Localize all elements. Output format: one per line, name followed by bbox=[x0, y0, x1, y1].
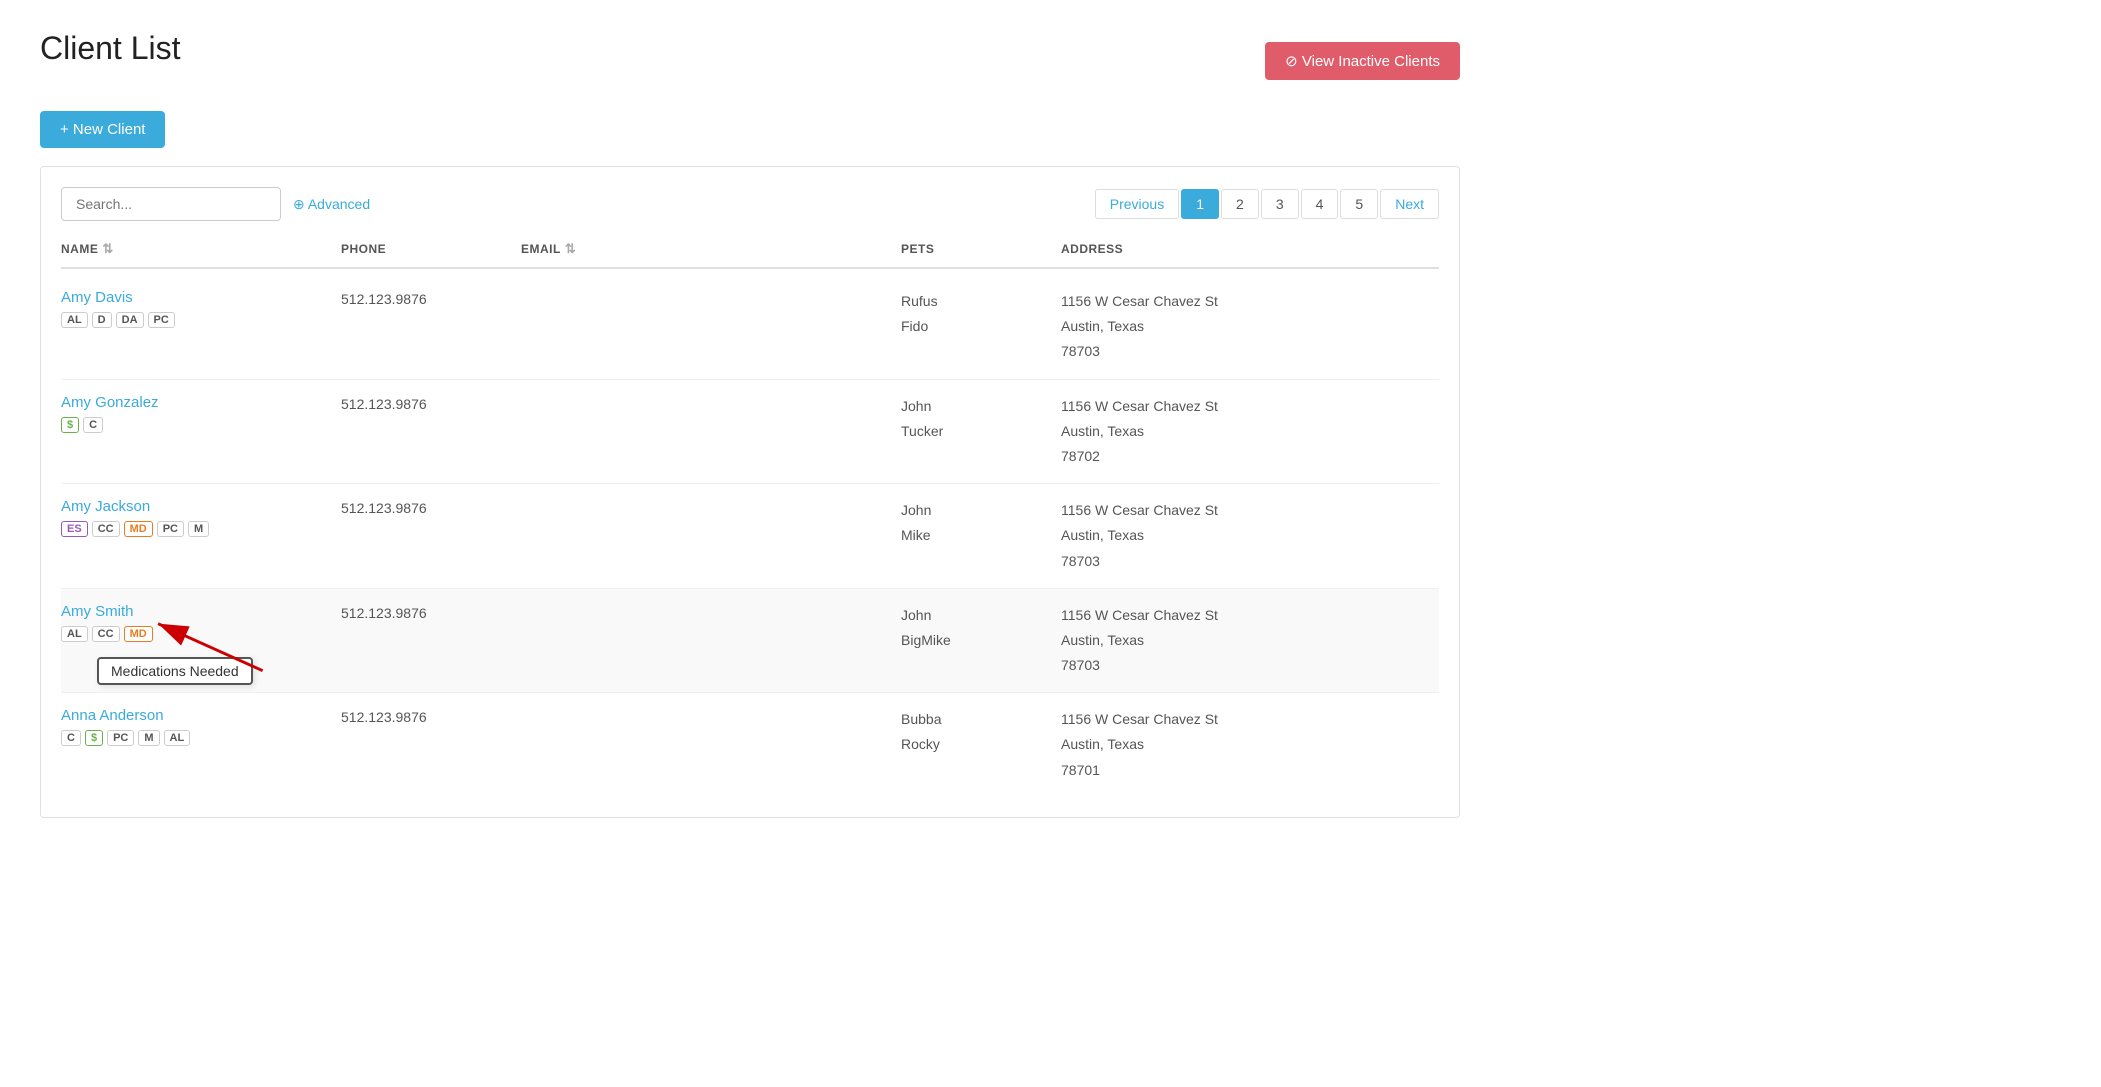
badge-d[interactable]: D bbox=[92, 312, 112, 328]
page-button-2[interactable]: 2 bbox=[1221, 189, 1259, 219]
col-header-phone: PHONE bbox=[341, 241, 521, 257]
table-row: Anna Anderson C$PCM AL 512.123.9876 BubbaRoc… bbox=[61, 693, 1439, 797]
page-button-5[interactable]: 5 bbox=[1340, 189, 1378, 219]
badge-c[interactable]: C bbox=[61, 730, 81, 746]
badge-da[interactable]: DA bbox=[116, 312, 144, 328]
col-header-address: ADDRESS bbox=[1061, 241, 1439, 257]
badge-pc[interactable]: PC bbox=[157, 521, 184, 537]
pets-cell: JohnBigMike bbox=[901, 603, 1061, 653]
advanced-button[interactable]: ⊕ Advanced bbox=[293, 196, 370, 213]
page-button-3[interactable]: 3 bbox=[1261, 189, 1299, 219]
phone-cell: 512.123.9876 bbox=[341, 603, 521, 621]
page-button-1[interactable]: 1 bbox=[1181, 189, 1219, 219]
client-name-link[interactable]: Amy Gonzalez bbox=[61, 394, 341, 411]
name-cell: Amy Jackson ESCCMDPCM bbox=[61, 498, 341, 537]
search-input[interactable] bbox=[61, 187, 281, 221]
name-cell: Amy Gonzalez $C bbox=[61, 394, 341, 433]
pets-cell: JohnMike bbox=[901, 498, 1061, 548]
new-client-button[interactable]: + New Client bbox=[40, 111, 165, 148]
phone-cell: 512.123.9876 bbox=[341, 289, 521, 307]
sort-icon-name[interactable]: ⇅ bbox=[102, 241, 113, 257]
view-inactive-button[interactable]: ⊘ View Inactive Clients bbox=[1265, 42, 1460, 80]
name-cell: Amy Davis ALDDAPC bbox=[61, 289, 341, 328]
address-cell: 1156 W Cesar Chavez StAustin, Texas78703 bbox=[1061, 603, 1439, 679]
top-bar: Client List ⊘ View Inactive Clients bbox=[40, 30, 1460, 91]
table-row: Amy DavisALDDAPC512.123.9876RufusFido115… bbox=[61, 275, 1439, 380]
address-cell: 1156 W Cesar Chavez StAustin, Texas78703 bbox=[1061, 289, 1439, 365]
search-left: ⊕ Advanced bbox=[61, 187, 370, 221]
name-cell: Amy SmithALCCMDMedications Needed bbox=[61, 603, 341, 642]
badge-m[interactable]: M bbox=[138, 730, 159, 746]
badge-cc[interactable]: CC bbox=[92, 626, 120, 642]
client-name-link[interactable]: Amy Smith bbox=[61, 603, 341, 620]
badge-al[interactable]: AL bbox=[61, 626, 88, 642]
next-button[interactable]: Next bbox=[1380, 189, 1439, 219]
pets-cell: RufusFido bbox=[901, 289, 1061, 339]
page-container: Client List ⊘ View Inactive Clients + Ne… bbox=[0, 0, 1500, 848]
badge-c[interactable]: C bbox=[83, 417, 103, 433]
badges-container: $C bbox=[61, 417, 341, 433]
badges-container: ESCCMDPCM bbox=[61, 521, 341, 537]
col-header-email: EMAIL ⇅ bbox=[521, 241, 901, 257]
page-button-4[interactable]: 4 bbox=[1301, 189, 1339, 219]
table-body: Amy DavisALDDAPC512.123.9876RufusFido115… bbox=[61, 275, 1439, 797]
page-title: Client List bbox=[40, 30, 181, 67]
table-row: Amy Smith ALCCMD Medications Needed 512.123… bbox=[61, 589, 1439, 694]
client-name-link[interactable]: Amy Davis bbox=[61, 289, 341, 306]
previous-button[interactable]: Previous bbox=[1095, 189, 1179, 219]
badge-pc[interactable]: PC bbox=[107, 730, 134, 746]
badges-container: C$PCM AL bbox=[61, 730, 341, 746]
badge-al[interactable]: AL bbox=[61, 312, 88, 328]
badge-pc[interactable]: PC bbox=[148, 312, 175, 328]
badges-container: ALCCMD bbox=[61, 626, 341, 642]
pets-cell: BubbaRocky bbox=[901, 707, 1061, 757]
name-cell: Anna Anderson C$PCM AL bbox=[61, 707, 341, 746]
badge-$[interactable]: $ bbox=[85, 730, 103, 746]
badge-al[interactable]: AL bbox=[164, 730, 191, 746]
table-row: Amy Gonzalez$C512.123.9876JohnTucker1156… bbox=[61, 380, 1439, 485]
badge-es[interactable]: ES bbox=[61, 521, 88, 537]
col-header-pets: PETS bbox=[901, 241, 1061, 257]
address-cell: 1156 W Cesar Chavez StAustin, Texas78703 bbox=[1061, 498, 1439, 574]
badge-md[interactable]: MD bbox=[124, 626, 153, 642]
phone-cell: 512.123.9876 bbox=[341, 498, 521, 516]
badge-cc[interactable]: CC bbox=[92, 521, 120, 537]
list-panel: ⊕ Advanced Previous 1 2 3 4 5 Next NAME … bbox=[40, 166, 1460, 818]
col-header-name: NAME ⇅ bbox=[61, 241, 341, 257]
badges-container: ALDDAPC bbox=[61, 312, 341, 328]
client-name-link[interactable]: Anna Anderson bbox=[61, 707, 341, 724]
address-cell: 1156 W Cesar Chavez StAustin, Texas78701 bbox=[1061, 707, 1439, 783]
phone-cell: 512.123.9876 bbox=[341, 394, 521, 412]
pets-cell: JohnTucker bbox=[901, 394, 1061, 444]
table-row: Amy JacksonESCCMDPCM512.123.9876JohnMike… bbox=[61, 484, 1439, 589]
phone-cell: 512.123.9876 bbox=[341, 707, 521, 725]
badge-m[interactable]: M bbox=[188, 521, 209, 537]
pagination: Previous 1 2 3 4 5 Next bbox=[1095, 189, 1439, 219]
badge-md[interactable]: MD bbox=[124, 521, 153, 537]
medications-needed-tooltip: Medications Needed bbox=[97, 657, 253, 685]
client-name-link[interactable]: Amy Jackson bbox=[61, 498, 341, 515]
table-header: NAME ⇅ PHONE EMAIL ⇅ PETS ADDRESS bbox=[61, 241, 1439, 269]
badge-$[interactable]: $ bbox=[61, 417, 79, 433]
search-bar: ⊕ Advanced Previous 1 2 3 4 5 Next bbox=[61, 187, 1439, 221]
sort-icon-email[interactable]: ⇅ bbox=[565, 241, 576, 257]
address-cell: 1156 W Cesar Chavez StAustin, Texas78702 bbox=[1061, 394, 1439, 470]
